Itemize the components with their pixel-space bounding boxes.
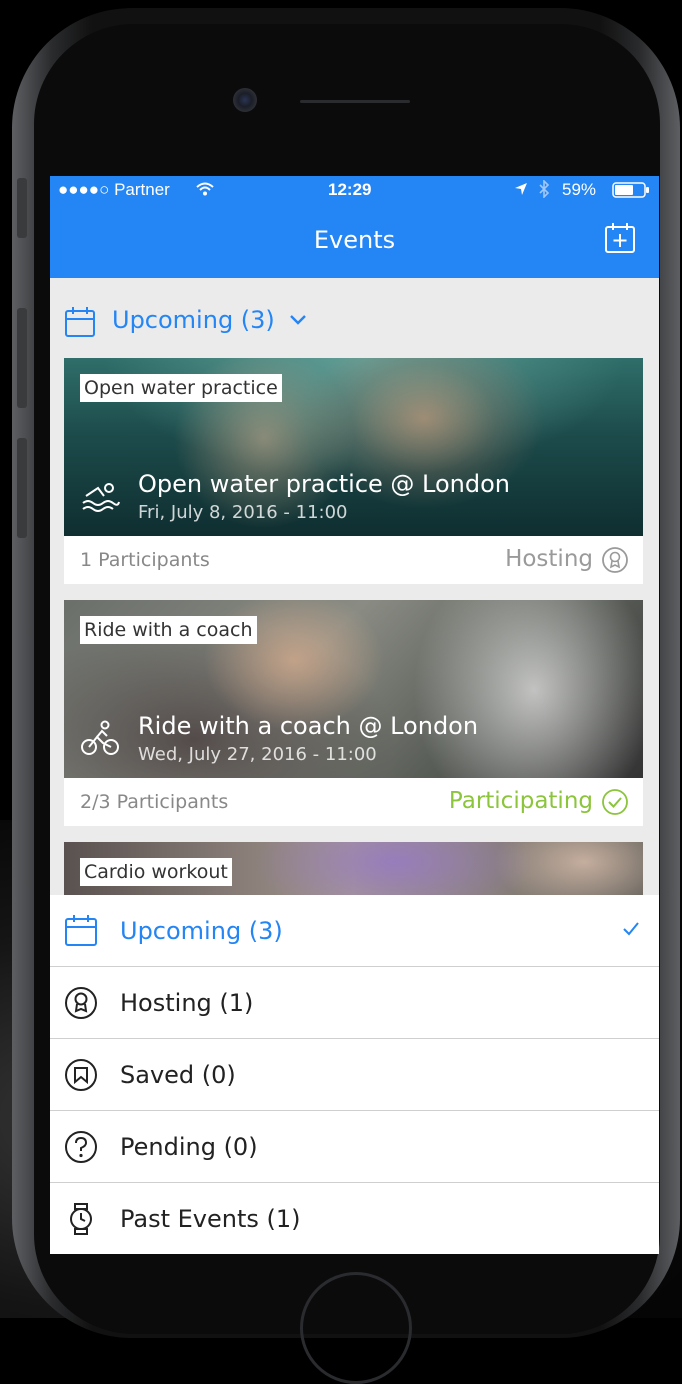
status-bar: ●●●●○ Partner 12:29 59%	[50, 176, 659, 204]
event-card[interactable]: Ride with a coach Ride with a coach @ Lo…	[64, 600, 643, 826]
filter-menu: Upcoming (3) Hosting (1) Saved (0) Pendi…	[50, 895, 659, 1254]
volume-down-button	[17, 438, 27, 538]
saved-bookmark-icon	[65, 1059, 97, 1091]
question-icon	[65, 1131, 97, 1163]
app-screen: ●●●●○ Partner 12:29 59% Events Upcoming …	[50, 176, 659, 1254]
checkmark-icon	[623, 922, 639, 936]
menu-item-label: Saved (0)	[120, 1061, 236, 1089]
earpiece-speaker	[300, 100, 410, 103]
menu-item-pending[interactable]: Pending (0)	[50, 1111, 659, 1183]
event-footer: 2/3 Participants Participating	[64, 778, 643, 826]
event-tag: Ride with a coach	[80, 616, 257, 644]
event-card[interactable]: Cardio workout	[64, 842, 643, 902]
calendar-icon	[65, 307, 95, 337]
volume-up-button	[17, 308, 27, 408]
menu-item-saved[interactable]: Saved (0)	[50, 1039, 659, 1111]
status-badge: Hosting	[505, 546, 593, 572]
home-button[interactable]	[300, 1272, 412, 1384]
battery-icon	[612, 182, 649, 198]
participants-count: 1 Participants	[80, 549, 210, 571]
menu-item-upcoming[interactable]: Upcoming (3)	[50, 895, 659, 967]
add-event-button[interactable]	[604, 222, 636, 254]
calendar-icon	[65, 915, 97, 946]
menu-item-label: Hosting (1)	[120, 989, 254, 1017]
menu-item-label: Pending (0)	[120, 1133, 258, 1161]
page-title: Events	[313, 226, 396, 254]
mute-switch	[17, 178, 27, 238]
event-tag: Open water practice	[80, 374, 282, 402]
battery-percent: 59%	[562, 180, 597, 199]
clock: 12:29	[328, 180, 372, 199]
watch-icon	[70, 1203, 92, 1235]
hosting-badge-icon	[602, 547, 628, 573]
menu-item-hosting[interactable]: Hosting (1)	[50, 967, 659, 1039]
event-date: Wed, July 27, 2016 - 11:00	[138, 744, 377, 765]
event-photo: Ride with a coach Ride with a coach @ Lo…	[64, 600, 643, 778]
menu-item-past-events[interactable]: Past Events (1)	[50, 1183, 659, 1254]
swimmer-icon	[82, 483, 120, 512]
filter-label: Upcoming (3)	[112, 306, 275, 334]
wifi-icon	[196, 182, 214, 196]
hosting-badge-icon	[65, 987, 97, 1019]
event-card[interactable]: Open water practice Open water practice …	[64, 358, 643, 584]
event-tag: Cardio workout	[80, 858, 232, 886]
event-title: Ride with a coach @ London	[138, 712, 479, 740]
menu-item-label: Upcoming (3)	[120, 917, 283, 945]
location-arrow-icon	[515, 183, 527, 195]
filter-dropdown[interactable]: Upcoming (3)	[50, 278, 659, 358]
cyclist-icon	[81, 720, 119, 755]
event-footer: 1 Participants Hosting	[64, 536, 643, 584]
front-camera	[233, 88, 257, 112]
chevron-down-icon	[290, 315, 306, 325]
event-date: Fri, July 8, 2016 - 11:00	[138, 502, 348, 523]
bluetooth-icon	[539, 180, 550, 198]
event-photo: Cardio workout	[64, 842, 643, 902]
event-photo: Open water practice Open water practice …	[64, 358, 643, 536]
menu-item-label: Past Events (1)	[120, 1205, 301, 1233]
event-title: Open water practice @ London	[138, 470, 511, 498]
check-circle-icon	[602, 789, 628, 815]
nav-bar: Events	[50, 204, 659, 278]
participants-count: 2/3 Participants	[80, 791, 229, 813]
status-badge: Participating	[448, 788, 593, 814]
carrier-label: ●●●●○ Partner	[58, 180, 170, 199]
